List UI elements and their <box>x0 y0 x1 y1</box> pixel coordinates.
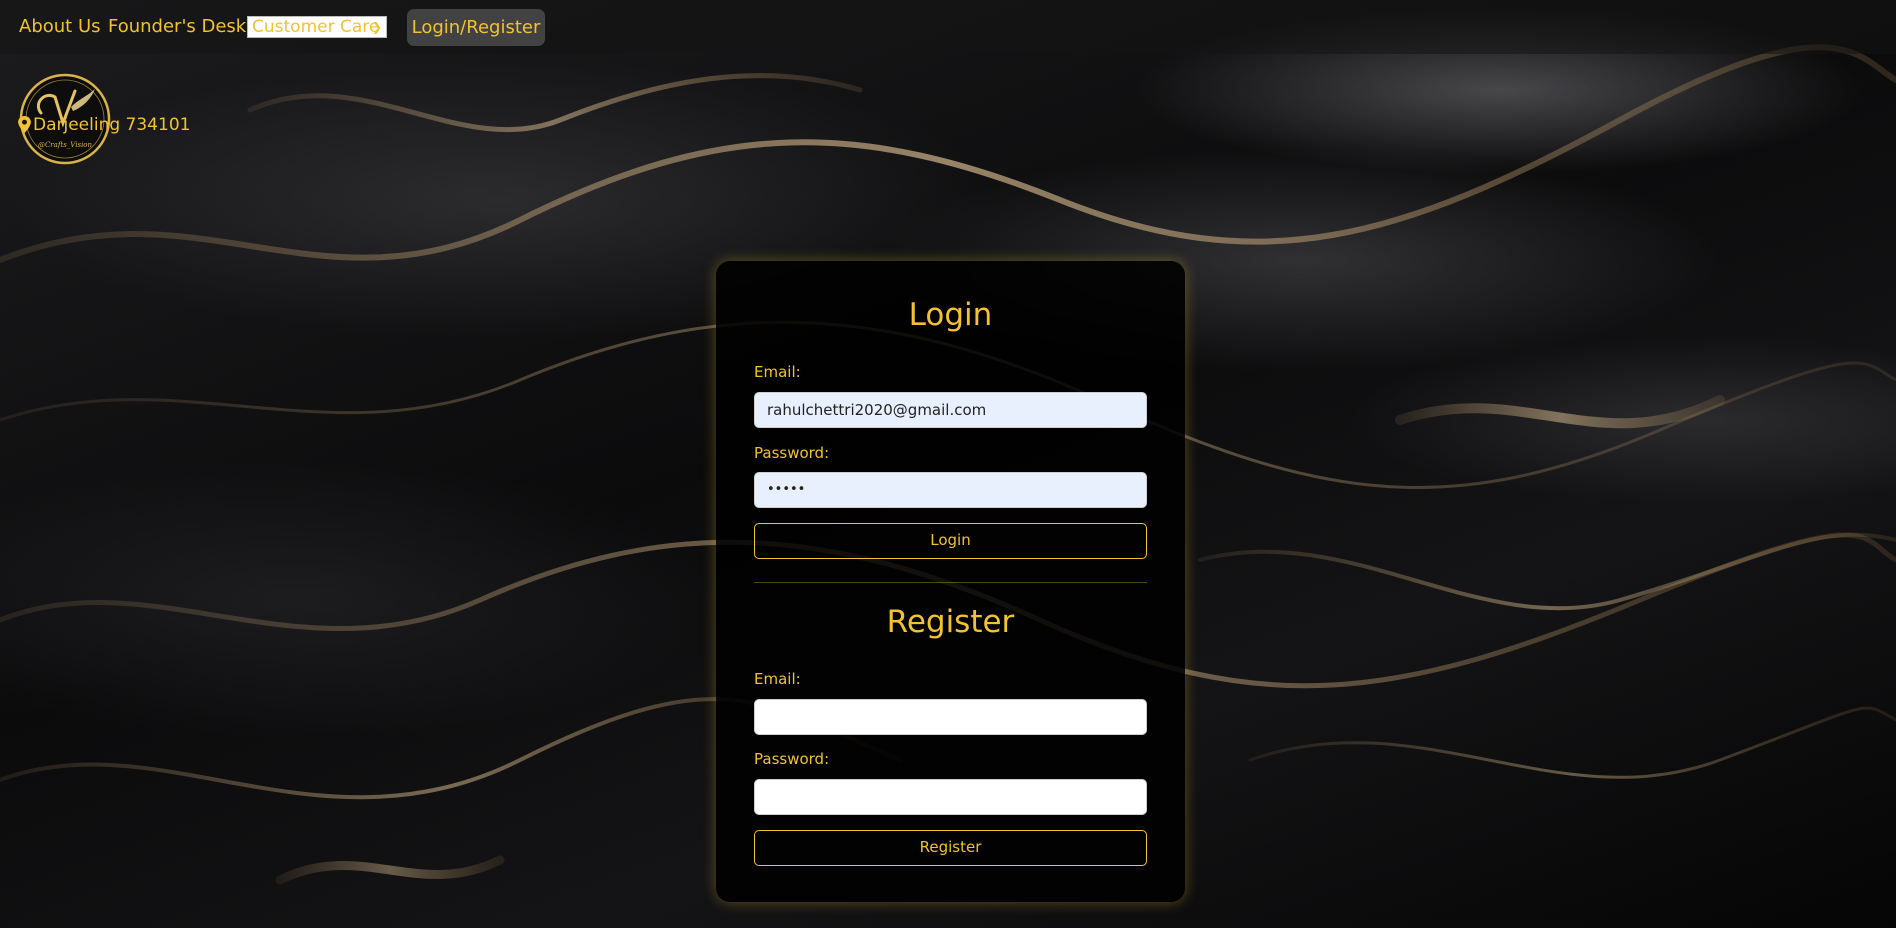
register-password-input[interactable] <box>754 779 1147 815</box>
login-button[interactable]: Login <box>754 523 1147 559</box>
register-title: Register <box>886 604 1015 640</box>
top-nav: About Us Founder's Desk Customer Care ❯ … <box>0 0 1896 54</box>
customer-care-select[interactable]: Customer Care ❯ <box>247 16 387 38</box>
logo-script-text: @Crafts_Vision <box>38 141 93 149</box>
map-pin-icon <box>18 116 31 133</box>
nav-about-us-link[interactable]: About Us <box>19 16 101 37</box>
register-button[interactable]: Register <box>754 830 1147 866</box>
login-register-button[interactable]: Login/Register <box>407 9 545 46</box>
login-email-input[interactable]: rahulchettri2020@gmail.com <box>754 392 1147 428</box>
section-divider <box>754 582 1147 583</box>
login-password-label: Password: <box>754 444 830 462</box>
login-title: Login <box>908 297 993 333</box>
login-password-input[interactable]: ••••• <box>754 472 1147 508</box>
register-email-label: Email: <box>754 670 801 688</box>
auth-card: Login Email: rahulchettri2020@gmail.com … <box>716 261 1185 902</box>
location-text: Darjeeling 734101 <box>18 115 190 135</box>
register-password-label: Password: <box>754 750 830 768</box>
chevron-down-icon: ❯ <box>371 20 382 34</box>
register-email-input[interactable] <box>754 699 1147 735</box>
location-label: Darjeeling 734101 <box>33 115 191 135</box>
customer-care-select-label: Customer Care <box>252 17 380 37</box>
nav-founders-desk-link[interactable]: Founder's Desk <box>108 16 246 37</box>
login-email-label: Email: <box>754 363 801 381</box>
